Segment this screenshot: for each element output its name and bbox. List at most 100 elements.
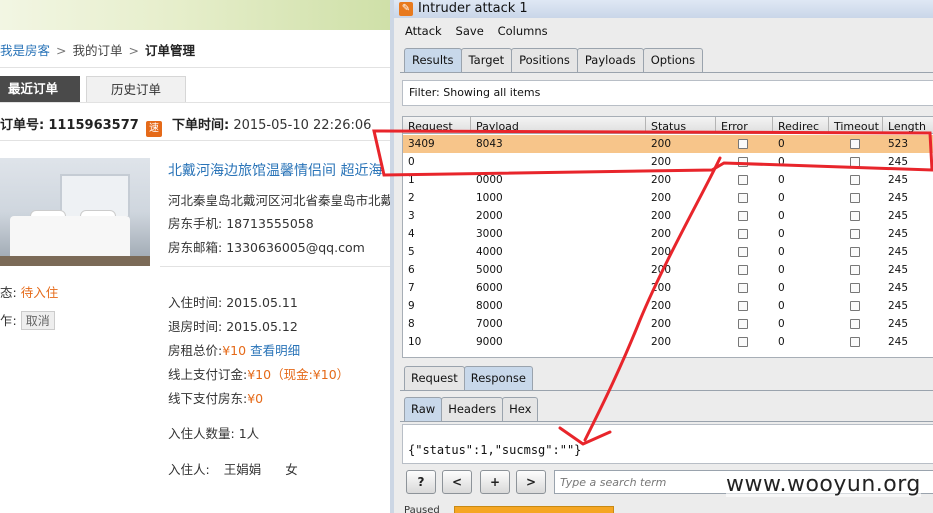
- filter-bar[interactable]: Filter: Showing all items: [402, 80, 933, 106]
- attack-progress-bar: [454, 506, 614, 513]
- main-tabs: Results Target Positions Payloads Options: [404, 48, 704, 72]
- table-row[interactable]: 5 4000 200 0 245: [403, 243, 933, 261]
- order-time-line: 下单时间: 2015-05-10 22:26:06: [172, 114, 371, 133]
- tab-history-orders[interactable]: 历史订单: [86, 76, 186, 102]
- burp-intruder-window: ✎ Intruder attack 1 Attack Save Columns …: [390, 0, 933, 513]
- offline-payment: 线下支付房东:¥0: [168, 388, 263, 407]
- checkin-label: 入住时间:: [168, 295, 223, 310]
- table-row[interactable]: 3409 8043 200 0 523: [403, 135, 933, 153]
- column-redirect[interactable]: Redirec: [773, 117, 829, 134]
- tab-response[interactable]: Response: [463, 366, 533, 390]
- menu-attack[interactable]: Attack: [405, 24, 442, 38]
- online-payment-value: ¥10（现金:¥10）: [247, 367, 350, 382]
- guest-count-label: 入住人数量:: [168, 426, 235, 441]
- table-row[interactable]: 0 200 0 245: [403, 153, 933, 171]
- total-price-value: ¥10: [222, 343, 247, 358]
- breadcrumb: 我是房客 > 我的订单 > 订单管理: [0, 40, 195, 59]
- tab-options[interactable]: Options: [642, 48, 704, 72]
- order-status-value: 待入住: [20, 285, 59, 300]
- tab-results[interactable]: Results: [404, 48, 462, 72]
- cancel-order-button[interactable]: 取消: [20, 311, 55, 330]
- cell-length: 245: [888, 300, 909, 312]
- cell-status: 200: [651, 174, 672, 186]
- online-payment: 线上支付订金:¥10（现金:¥10）: [168, 364, 349, 383]
- table-row[interactable]: 8 7000 200 0 245: [403, 315, 933, 333]
- table-row[interactable]: 9 8000 200 0 245: [403, 297, 933, 315]
- cell-status: 200: [651, 246, 672, 258]
- breadcrumb-separator: >: [128, 43, 139, 58]
- table-row[interactable]: 6 5000 200 0 245: [403, 261, 933, 279]
- column-request[interactable]: Request: [403, 117, 471, 134]
- offline-payment-label: 线下支付房东:: [168, 391, 248, 406]
- cell-payload: 8043: [476, 138, 503, 150]
- breadcrumb-my-orders[interactable]: 我的订单: [73, 43, 123, 58]
- table-row[interactable]: 2 1000 200 0 245: [403, 189, 933, 207]
- table-row[interactable]: 1 0000 200 0 245: [403, 171, 933, 189]
- column-length[interactable]: Length: [883, 117, 933, 134]
- hotel-title-link[interactable]: 北戴河海边旅馆温馨情侣间 超近海: [168, 160, 382, 180]
- cell-redirect: 0: [778, 156, 785, 168]
- help-button[interactable]: ?: [406, 470, 436, 494]
- column-payload[interactable]: Payload: [471, 117, 646, 134]
- cell-request: 5: [408, 246, 415, 258]
- cell-payload: [471, 153, 476, 171]
- room-photo[interactable]: [0, 158, 150, 266]
- error-checkbox: [738, 265, 748, 275]
- host-email-label: 房东邮箱:: [168, 240, 223, 255]
- breadcrumb-home-link[interactable]: 我是房客: [0, 43, 50, 58]
- host-phone-value: 18713555058: [226, 216, 314, 231]
- table-row[interactable]: 4 3000 200 0 245: [403, 225, 933, 243]
- cell-request: 8: [408, 318, 415, 330]
- cell-redirect: 0: [778, 192, 785, 204]
- error-checkbox: [738, 211, 748, 221]
- cell-status: 200: [651, 210, 672, 222]
- previous-button[interactable]: <: [442, 470, 472, 494]
- cell-request: 4: [408, 228, 415, 240]
- cell-payload: 5000: [476, 264, 503, 276]
- response-viewer[interactable]: {"status":1,"sucmsg":""}: [402, 424, 933, 464]
- cell-redirect: 0: [778, 264, 785, 276]
- column-error[interactable]: Error: [716, 117, 773, 134]
- divider: [160, 266, 390, 267]
- cell-request: 3: [408, 210, 415, 222]
- error-checkbox: [738, 247, 748, 257]
- error-checkbox: [738, 157, 748, 167]
- table-row[interactable]: 7 6000 200 0 245: [403, 279, 933, 297]
- menu-save[interactable]: Save: [456, 24, 484, 38]
- tab-request[interactable]: Request: [404, 366, 465, 390]
- request-response-tabs: Request Response: [404, 366, 533, 390]
- order-operation: 乍: 取消: [0, 310, 55, 330]
- tab-raw[interactable]: Raw: [404, 397, 443, 421]
- guest-label: 入住人:: [168, 462, 210, 477]
- cell-request: 6: [408, 264, 415, 276]
- tab-payloads[interactable]: Payloads: [576, 48, 644, 72]
- cell-redirect: 0: [778, 300, 785, 312]
- column-timeout[interactable]: Timeout: [829, 117, 883, 134]
- timeout-checkbox: [850, 247, 860, 257]
- cell-status: 200: [651, 138, 672, 150]
- error-checkbox: [738, 175, 748, 185]
- status-label: Paused: [404, 505, 440, 513]
- response-body: {"status":1,"sucmsg":""}: [408, 443, 582, 457]
- table-row[interactable]: 3 2000 200 0 245: [403, 207, 933, 225]
- window-titlebar[interactable]: ✎ Intruder attack 1: [394, 0, 933, 18]
- tab-recent-orders[interactable]: 最近订单: [0, 76, 80, 102]
- column-status[interactable]: Status: [646, 117, 716, 134]
- tab-positions[interactable]: Positions: [511, 48, 578, 72]
- cell-redirect: 0: [778, 282, 785, 294]
- express-badge-icon: 速: [145, 121, 162, 137]
- next-button[interactable]: >: [516, 470, 546, 494]
- menu-columns[interactable]: Columns: [498, 24, 548, 38]
- cell-status: 200: [651, 228, 672, 240]
- add-button[interactable]: +: [480, 470, 510, 494]
- error-checkbox: [738, 229, 748, 239]
- view-details-link[interactable]: 查看明细: [250, 343, 300, 358]
- error-checkbox: [738, 193, 748, 203]
- tab-panel-border: [400, 390, 933, 391]
- tab-target[interactable]: Target: [460, 48, 513, 72]
- tab-hex[interactable]: Hex: [502, 397, 539, 421]
- cell-length: 245: [888, 174, 909, 186]
- total-price: 房租总价:¥10 查看明细: [168, 340, 300, 359]
- table-row[interactable]: 10 9000 200 0 245: [403, 333, 933, 351]
- tab-headers[interactable]: Headers: [441, 397, 504, 421]
